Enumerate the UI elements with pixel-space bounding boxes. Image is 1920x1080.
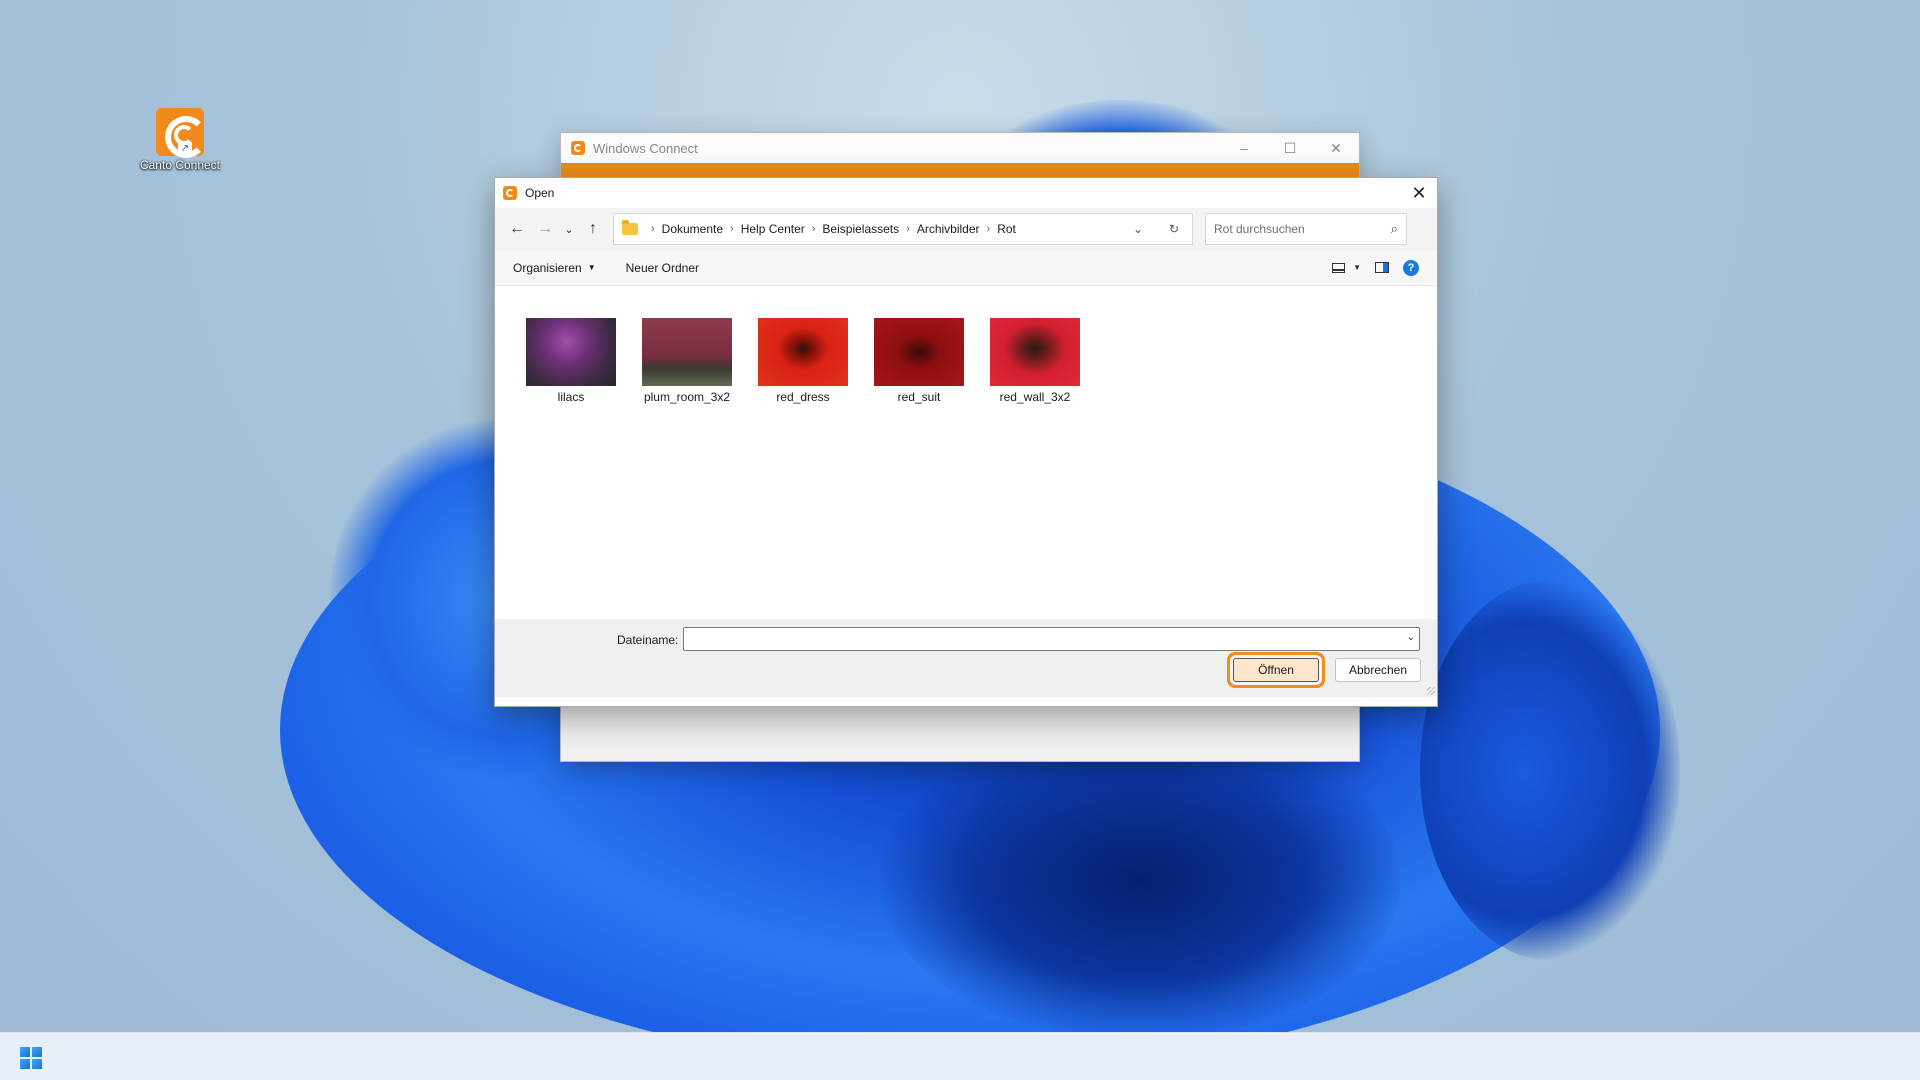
breadcrumb-separator-icon[interactable]: ›	[812, 223, 816, 235]
minimize-button[interactable]: –	[1221, 140, 1267, 157]
breadcrumb-rot[interactable]: Rot	[997, 222, 1016, 236]
wallpaper-bloom	[880, 720, 1400, 1032]
navigation-bar: ← → ⌄ ↑ › Dokumente › Help Center › Beis…	[495, 208, 1437, 250]
dialog-title: Open	[525, 186, 555, 200]
open-file-dialog: Open ✕ ← → ⌄ ↑ › Dokumente › Help Center…	[494, 177, 1438, 707]
file-name: red_wall_3x2	[999, 390, 1071, 404]
breadcrumb-separator-icon[interactable]: ›	[987, 223, 991, 235]
wallpaper-bloom	[1420, 580, 1680, 960]
organize-menu-button[interactable]: Organisieren ▼	[513, 261, 596, 275]
file-thumbnail	[642, 318, 732, 386]
refresh-icon[interactable]: ↻	[1156, 222, 1192, 236]
breadcrumb-separator-icon[interactable]: ›	[651, 223, 655, 235]
resize-grip-icon[interactable]	[1427, 687, 1435, 695]
file-item-red-dress[interactable]: red_dress	[745, 318, 861, 404]
forward-arrow-icon[interactable]: →	[531, 215, 559, 243]
shortcut-arrow-icon: ↗	[178, 142, 192, 156]
file-item-plum-room[interactable]: plum_room_3x2	[629, 318, 745, 404]
desktop-shortcut-canto-connect[interactable]: ↗ Canto Connect	[134, 108, 226, 172]
recent-locations-chevron-icon[interactable]: ⌄	[559, 215, 579, 243]
canto-app-icon	[571, 141, 585, 155]
change-view-icon[interactable]	[1332, 262, 1346, 273]
back-arrow-icon[interactable]: ←	[503, 215, 531, 243]
folder-icon	[622, 220, 638, 235]
maximize-button[interactable]: ☐	[1267, 140, 1313, 157]
windows-connect-titlebar: Windows Connect – ☐ ✕	[561, 133, 1359, 163]
address-dropdown-chevron-icon[interactable]: ⌄	[1120, 222, 1156, 236]
view-options-caret-icon[interactable]: ▼	[1353, 263, 1361, 272]
file-thumbnail	[758, 318, 848, 386]
up-arrow-icon[interactable]: ↑	[579, 215, 607, 243]
filename-dropdown-chevron-icon[interactable]: ⌄	[1407, 632, 1415, 643]
desktop-icon-label: Canto Connect	[139, 158, 221, 172]
organize-label: Organisieren	[513, 260, 582, 275]
file-item-lilacs[interactable]: lilacs	[513, 318, 629, 404]
file-name: red_dress	[776, 390, 830, 404]
file-name: plum_room_3x2	[643, 390, 731, 404]
cancel-button[interactable]: Abbrechen	[1335, 658, 1421, 682]
dialog-titlebar: Open ✕	[495, 178, 1437, 208]
open-button[interactable]: Öffnen	[1233, 658, 1319, 682]
breadcrumb-dokumente[interactable]: Dokumente	[662, 222, 723, 236]
help-icon[interactable]: ?	[1403, 259, 1419, 276]
dialog-close-button[interactable]: ✕	[1401, 178, 1437, 208]
filename-combobox[interactable]: ⌄	[683, 627, 1420, 651]
dialog-footer: Dateiname: ⌄ Öffnen Abbrechen	[495, 619, 1437, 697]
breadcrumb-beispielassets[interactable]: Beispielassets	[822, 222, 899, 236]
command-toolbar: Organisieren ▼ Neuer Ordner ▼ ?	[495, 250, 1437, 286]
windows-connect-title: Windows Connect	[593, 140, 698, 156]
canto-app-icon	[503, 186, 517, 200]
file-list-area: lilacs plum_room_3x2 red_dress red_suit …	[495, 286, 1437, 619]
breadcrumb-help-center[interactable]: Help Center	[741, 222, 805, 236]
breadcrumb-archivbilder[interactable]: Archivbilder	[917, 222, 980, 236]
preview-pane-icon[interactable]	[1375, 262, 1389, 273]
close-button[interactable]: ✕	[1313, 140, 1359, 157]
file-item-red-wall[interactable]: red_wall_3x2	[977, 318, 1093, 404]
address-bar[interactable]: › Dokumente › Help Center › Beispielasse…	[613, 213, 1193, 245]
file-thumbnail	[874, 318, 964, 386]
file-name: red_suit	[897, 390, 941, 404]
new-folder-button[interactable]: Neuer Ordner	[626, 261, 699, 275]
file-name: lilacs	[557, 390, 585, 404]
new-folder-label: Neuer Ordner	[625, 260, 699, 275]
filename-label: Dateiname:	[617, 633, 679, 647]
breadcrumb-separator-icon[interactable]: ›	[730, 223, 734, 235]
caret-down-icon: ▼	[587, 263, 596, 272]
taskbar	[0, 1032, 1920, 1080]
search-input[interactable]	[1214, 222, 1391, 236]
windows-start-icon[interactable]	[20, 1047, 42, 1069]
file-item-red-suit[interactable]: red_suit	[861, 318, 977, 404]
file-thumbnail	[526, 318, 616, 386]
canto-logo-icon: ↗	[156, 108, 207, 158]
breadcrumb-separator-icon[interactable]: ›	[906, 223, 910, 235]
search-box[interactable]: ⌕	[1205, 213, 1407, 245]
windows-connect-header-bar	[561, 163, 1359, 177]
file-thumbnail	[990, 318, 1080, 386]
filename-input[interactable]	[684, 628, 1419, 650]
search-icon[interactable]: ⌕	[1391, 221, 1398, 237]
